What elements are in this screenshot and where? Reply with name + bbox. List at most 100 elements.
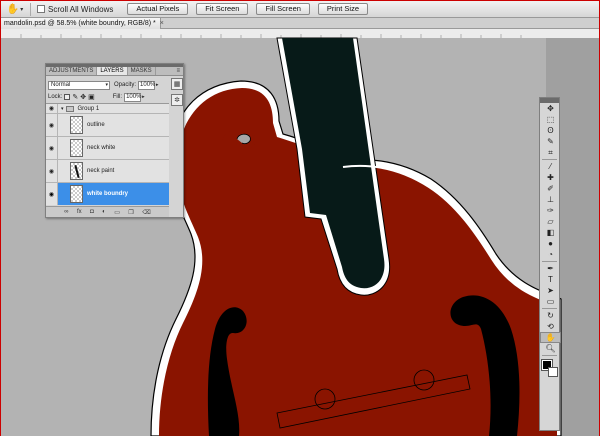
checkbox-box[interactable] bbox=[37, 5, 45, 13]
layers-footer: ∞ fx ◘ ◐ ▭ ❐ ⌫ bbox=[46, 206, 169, 217]
mask-icon[interactable]: ◘ bbox=[90, 209, 94, 215]
panel-tabs: ADJUSTMENTS LAYERS MASKS bbox=[46, 67, 183, 76]
lock-pixels-icon[interactable]: ✎ bbox=[72, 93, 78, 101]
blend-row: Normal ▾ Opacity: 100% ▸ bbox=[46, 79, 169, 91]
lock-label: Lock: bbox=[48, 94, 63, 100]
separator bbox=[542, 261, 557, 262]
histogram-icon[interactable]: ▦ bbox=[171, 78, 183, 90]
marquee-icon[interactable]: ⬚ bbox=[540, 114, 561, 125]
path-select-icon[interactable]: ➤ bbox=[540, 285, 561, 296]
background-color-swatch[interactable] bbox=[548, 367, 558, 377]
scroll-all-windows-label: Scroll All Windows bbox=[48, 4, 114, 14]
lock-position-icon[interactable]: ✥ bbox=[80, 93, 86, 101]
pen-icon[interactable]: ✒ bbox=[540, 263, 561, 274]
actual-pixels-button[interactable]: Actual Pixels bbox=[127, 3, 189, 15]
layer-name: neck white bbox=[87, 145, 116, 151]
close-icon[interactable]: × bbox=[160, 20, 164, 27]
layers-list: ◉ ▾ Group 1 ◉ outline ◉ neck white ◉ nec… bbox=[46, 103, 169, 205]
chevron-down-icon: ▾ bbox=[105, 81, 108, 88]
eye-icon[interactable]: ◉ bbox=[46, 160, 58, 182]
tab-adjustments[interactable]: ADJUSTMENTS bbox=[46, 67, 98, 75]
document-tab[interactable]: mandolin.psd @ 58.5% (white boundry, RGB… bbox=[1, 18, 164, 29]
lock-row: Lock: ✎ ✥ ▣ Fill: 100% ▸ bbox=[46, 91, 169, 103]
layer-row[interactable]: ◉ neck paint bbox=[46, 160, 169, 183]
tab-layers[interactable]: LAYERS bbox=[97, 67, 128, 75]
document-title: mandolin.psd @ 58.5% (white boundry, RGB… bbox=[4, 20, 156, 27]
lock-all-icon[interactable]: ▣ bbox=[88, 93, 95, 101]
type-icon[interactable]: T bbox=[540, 274, 561, 285]
panel-side-icons: ▦ ✲ bbox=[170, 77, 184, 107]
crop-icon[interactable]: ⌗ bbox=[540, 147, 561, 158]
chevron-right-icon[interactable]: ▸ bbox=[142, 94, 145, 100]
panel-menu-icon[interactable]: ≡ bbox=[176, 68, 180, 74]
tool-preset-picker[interactable]: ✋ ▾ bbox=[4, 2, 26, 17]
zoom-icon[interactable]: 🔍︎ bbox=[540, 343, 561, 354]
tab-masks[interactable]: MASKS bbox=[128, 67, 156, 75]
layer-row-selected[interactable]: ◉ white boundry bbox=[46, 183, 169, 205]
separator bbox=[30, 2, 31, 16]
layer-thumbnail bbox=[70, 162, 83, 180]
3d-rotate-icon[interactable]: ↻ bbox=[540, 310, 561, 321]
scroll-all-windows-checkbox[interactable]: Scroll All Windows bbox=[37, 5, 113, 14]
layer-group-row[interactable]: ◉ ▾ Group 1 bbox=[46, 104, 169, 114]
new-layer-icon[interactable]: ❐ bbox=[128, 209, 133, 216]
blur-icon[interactable]: ● bbox=[540, 238, 561, 249]
trash-icon[interactable]: ⌫ bbox=[142, 209, 150, 216]
hand-icon[interactable]: ✋ bbox=[540, 332, 561, 343]
layer-thumbnail bbox=[70, 185, 83, 203]
link-icon[interactable]: ∞ bbox=[64, 209, 68, 215]
layer-row[interactable]: ◉ outline bbox=[46, 114, 169, 137]
folder-icon bbox=[65, 105, 74, 112]
tools-panel: ✥ ⬚ ʘ ✎ ⌗ ⁄ ✚ ✐ ⊥ ✑ ▱ ◧ ● ◔ ✒ T ➤ ▭ ↻ ⟲ … bbox=[539, 97, 561, 431]
fill-field[interactable]: 100% bbox=[124, 92, 141, 102]
separator bbox=[542, 159, 557, 160]
document-tab-bar: mandolin.psd @ 58.5% (white boundry, RGB… bbox=[1, 18, 599, 29]
layer-name: white boundry bbox=[87, 191, 128, 197]
options-bar: ✋ ▾ Scroll All Windows Actual Pixels Fit … bbox=[1, 1, 599, 18]
layer-thumbnail bbox=[70, 116, 83, 134]
adjustment-icon[interactable]: ◐ bbox=[102, 209, 106, 215]
color-swatches bbox=[540, 358, 559, 382]
blend-mode-select[interactable]: Normal ▾ bbox=[48, 80, 110, 90]
healing-icon[interactable]: ✚ bbox=[540, 172, 561, 183]
print-size-button[interactable]: Print Size bbox=[317, 3, 369, 15]
chevron-right-icon[interactable]: ▸ bbox=[156, 82, 159, 88]
ruler bbox=[1, 29, 599, 38]
opacity-field[interactable]: 100% bbox=[138, 80, 155, 90]
layer-name: neck paint bbox=[87, 168, 115, 174]
layer-thumbnail bbox=[70, 139, 83, 157]
group-name: Group 1 bbox=[77, 105, 100, 112]
blend-mode-value: Normal bbox=[51, 81, 71, 88]
move-icon[interactable]: ✥ bbox=[540, 103, 561, 114]
eyedropper-icon[interactable]: ⁄ bbox=[540, 161, 561, 172]
lock-transparency-icon[interactable] bbox=[64, 94, 71, 100]
fit-screen-button[interactable]: Fit Screen bbox=[196, 3, 249, 15]
dodge-icon[interactable]: ◔ bbox=[540, 249, 561, 260]
clone-stamp-icon[interactable]: ⊥ bbox=[540, 194, 561, 205]
lasso-icon[interactable]: ʘ bbox=[540, 125, 561, 136]
chevron-down-icon[interactable]: ▾ bbox=[61, 106, 64, 112]
separator bbox=[542, 308, 557, 309]
layer-row[interactable]: ◉ neck white bbox=[46, 137, 169, 160]
separator bbox=[542, 355, 557, 356]
navigator-icon[interactable]: ✲ bbox=[171, 94, 183, 106]
eye-icon[interactable]: ◉ bbox=[46, 104, 58, 113]
history-brush-icon[interactable]: ✑ bbox=[540, 205, 561, 216]
hand-icon: ✋ bbox=[6, 3, 20, 15]
chevron-down-icon: ▾ bbox=[20, 6, 24, 13]
layers-panel: ADJUSTMENTS LAYERS MASKS ≡ Normal ▾ Opac… bbox=[45, 63, 184, 218]
layers-controls: Normal ▾ Opacity: 100% ▸ Lock: ✎ ✥ ▣ Fil… bbox=[46, 77, 169, 217]
gradient-icon[interactable]: ◧ bbox=[540, 227, 561, 238]
brush-icon[interactable]: ✐ bbox=[540, 183, 561, 194]
3d-camera-icon[interactable]: ⟲ bbox=[540, 321, 561, 332]
fx-icon[interactable]: fx bbox=[77, 209, 82, 215]
folder-icon[interactable]: ▭ bbox=[114, 209, 120, 216]
eye-icon[interactable]: ◉ bbox=[46, 114, 58, 136]
fill-screen-button[interactable]: Fill Screen bbox=[256, 3, 310, 15]
opacity-label: Opacity: bbox=[114, 82, 137, 88]
shape-icon[interactable]: ▭ bbox=[540, 296, 561, 307]
eye-icon[interactable]: ◉ bbox=[46, 183, 58, 205]
eraser-icon[interactable]: ▱ bbox=[540, 216, 561, 227]
eye-icon[interactable]: ◉ bbox=[46, 137, 58, 159]
quick-select-icon[interactable]: ✎ bbox=[540, 136, 561, 147]
